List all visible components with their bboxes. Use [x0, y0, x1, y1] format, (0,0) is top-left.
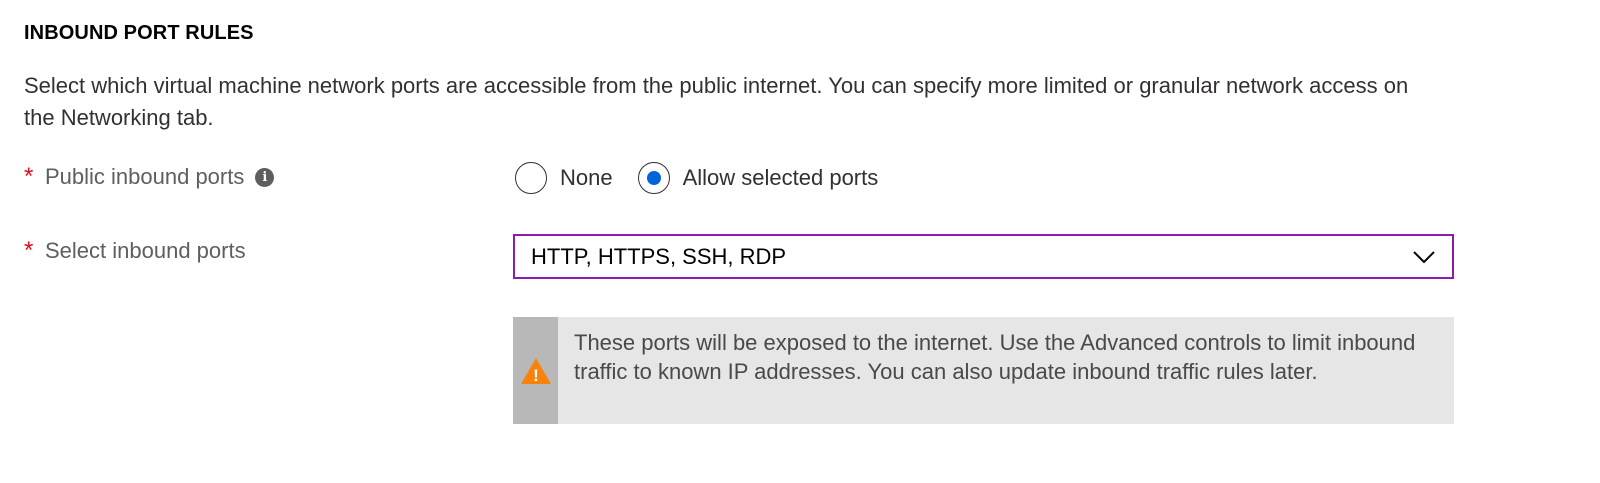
- required-marker: *: [24, 163, 34, 190]
- section-description: Select which virtual machine network por…: [24, 73, 1409, 130]
- radio-option-none[interactable]: None: [515, 162, 613, 194]
- section-title: INBOUND PORT RULES: [24, 22, 254, 44]
- warning-message-box: ! These ports will be exposed to the int…: [513, 317, 1454, 424]
- warning-triangle-icon: !: [520, 357, 551, 385]
- select-inbound-ports-dropdown[interactable]: HTTP, HTTPS, SSH, RDP: [513, 234, 1454, 279]
- warning-glyph: !: [533, 366, 539, 385]
- radio-option-allow-selected-ports[interactable]: Allow selected ports: [637, 162, 879, 194]
- radio-button-allow-selected-ports[interactable]: [637, 162, 670, 194]
- warning-text: These ports will be exposed to the inter…: [574, 330, 1416, 384]
- radio-label-none[interactable]: None: [560, 165, 613, 191]
- radio-label-allow-selected-ports[interactable]: Allow selected ports: [683, 165, 879, 191]
- public-inbound-ports-radio-group: None Allow selected ports: [515, 160, 903, 196]
- radio-button-none[interactable]: [515, 162, 547, 194]
- warning-stripe: !: [513, 317, 558, 424]
- field-label-text: Select inbound ports: [45, 238, 246, 263]
- chevron-down-icon[interactable]: [1412, 245, 1436, 269]
- field-label-text: Public inbound ports: [45, 164, 245, 189]
- public-inbound-ports-label: * Public inbound ports i: [24, 163, 275, 191]
- info-icon[interactable]: i: [255, 167, 275, 187]
- select-inbound-ports-label: * Select inbound ports: [24, 237, 246, 265]
- dropdown-selected-value: HTTP, HTTPS, SSH, RDP: [531, 243, 787, 269]
- required-marker: *: [24, 237, 34, 264]
